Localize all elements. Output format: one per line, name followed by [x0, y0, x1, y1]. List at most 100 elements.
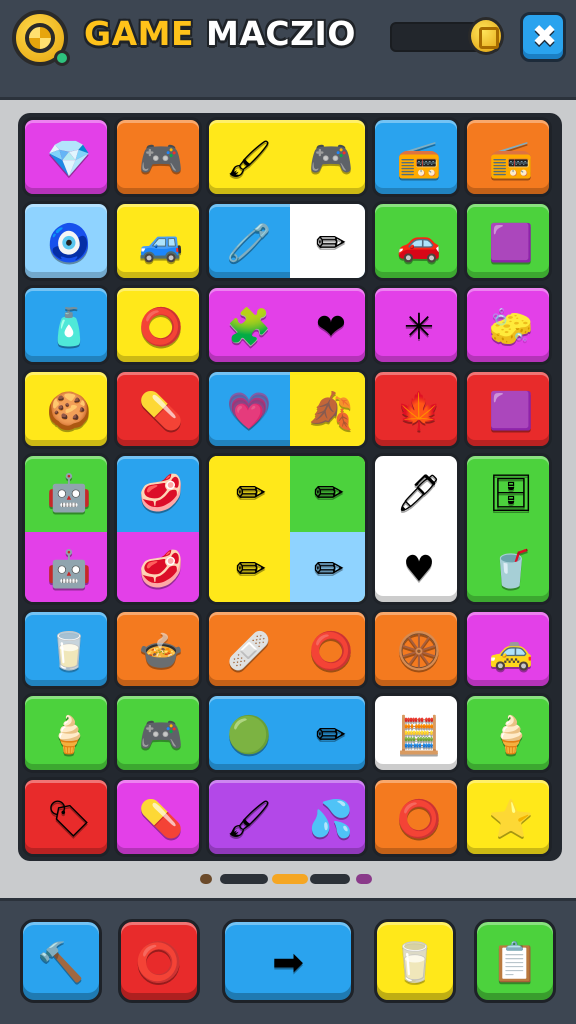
page-indicator [200, 874, 376, 886]
tile-yellow-cloth[interactable]: 🧽 [464, 285, 552, 365]
bandage-donut-icon-2: ⭕ [308, 631, 354, 672]
tile-pencils[interactable]: ✏ ✏ ✏ ✏ [206, 453, 368, 605]
pencil-icon: ✏ [235, 549, 267, 590]
blue-pen-heart-icon: 🖊 [396, 473, 442, 514]
tile-gem[interactable]: 💎 [22, 117, 110, 197]
arrow-right-icon: ➡ [272, 940, 304, 984]
cup-icon: 🥛 [391, 940, 439, 984]
page-dot-2[interactable] [220, 874, 268, 884]
bottom-toolbar: 🔨 ⭕ ➡ 🥛 📋 [0, 898, 576, 1024]
tile-gamepad[interactable]: 🎮 [114, 117, 202, 197]
tile-orange-car[interactable]: 🚕 [464, 609, 552, 689]
page-dot-4[interactable] [356, 874, 372, 884]
tile-red-blob[interactable]: 🧿 [22, 201, 110, 281]
tile-blob-pencil[interactable]: 🟢 ✏ [206, 693, 368, 773]
tile-blue-ring[interactable]: ⭕ [372, 777, 460, 857]
hammer-icon: 🔨 [37, 940, 85, 984]
tile-orange-leaf[interactable]: 🍁 [372, 369, 460, 449]
menu-button[interactable]: 📋 [474, 919, 556, 1003]
tile-purple-chunk[interactable]: 🟪 [464, 369, 552, 449]
tile-cracker[interactable]: 🍪 [22, 369, 110, 449]
blob-pencil-icon: 🟢 [226, 715, 272, 756]
tile-bandage-donut[interactable]: 🩹 ⭕ [206, 609, 368, 689]
page-dot-3[interactable] [310, 874, 350, 884]
pink-star-icon: ⭐ [488, 799, 534, 840]
close-button[interactable]: ✖ [520, 12, 566, 62]
brush-gamepad-icon: 🖌 [226, 139, 272, 180]
header: GAME MACZIO ✖ [0, 0, 576, 100]
green-ring-icon: ⭕ [138, 307, 184, 348]
hammer-button[interactable]: 🔨 [20, 919, 102, 1003]
wheel-logo-icon [12, 10, 70, 66]
close-icon: ✖ [532, 19, 558, 54]
tile-green-ring[interactable]: ⭕ [114, 285, 202, 365]
cup-icon: 🥛 [46, 631, 92, 672]
fidget-heart-icon-2: ❤ [315, 307, 347, 348]
pencil-icon: ✏ [313, 473, 345, 514]
page-dot-active[interactable] [272, 874, 308, 884]
yellow-cloth-icon: 🧽 [488, 307, 534, 348]
pill-icon: 💊 [138, 391, 184, 432]
tile-brush-gamepad[interactable]: 🖌 🎮 [206, 117, 368, 197]
cup-button[interactable]: 🥛 [374, 919, 456, 1003]
yellow-pill-icon: 💊 [138, 799, 184, 840]
steak-icon: 🥩 [138, 473, 184, 514]
tile-pink-bottle[interactable]: 🧴 [22, 285, 110, 365]
purple-chunk-icon: 🟪 [488, 391, 534, 432]
tile-ice-cream[interactable]: 🍦 [22, 693, 110, 773]
tile-calculator[interactable]: 🧮 [372, 693, 460, 773]
heart-leaf-icon: 💗 [226, 391, 272, 432]
tile-green-car[interactable]: 🚗 [372, 201, 460, 281]
tile-wheel[interactable]: 🛞 [372, 609, 460, 689]
pacifier-pencil-icon: 🧷 [226, 223, 272, 264]
ice-cream-2-icon: 🍦 [488, 715, 534, 756]
tile-pink-star[interactable]: ⭐ [464, 777, 552, 857]
tile-brush-splash[interactable]: 🖌 💦 [206, 777, 368, 857]
robot-icon-2: 🤖 [46, 549, 92, 590]
tile-fidget-heart[interactable]: 🧩 ❤ [206, 285, 368, 365]
game-board: 💎 🎮 🖌 🎮 📻 📻 🧿 🚙 🧷 ✏ 🚗 🟪 🧴 ⭕ 🧩 ❤ ✳ 🧽 🍪 💊 💗 🍂 🍁 🟪 🤖 🤖 🥩 🥩 ✏ ✏ ✏ ✏ 🖊 ♥ 🗄 🥤 🥛 🍲 🩹 ⭕… [18, 113, 562, 861]
tile-cup[interactable]: 🥛 [22, 609, 110, 689]
yellow-card-icon: 🏷 [46, 799, 92, 840]
tile-heart-leaf[interactable]: 💗 🍂 [206, 369, 368, 449]
tile-blue-car[interactable]: 🚙 [114, 201, 202, 281]
bandage-donut-icon: 🩹 [226, 631, 272, 672]
wheel-icon [25, 23, 55, 53]
tile-pacifier-pencil[interactable]: 🧷 ✏ [206, 201, 368, 281]
coin-icon[interactable] [468, 17, 504, 55]
cracker-icon: 🍪 [46, 391, 92, 432]
tile-yellow-card[interactable]: 🏷 [22, 777, 110, 857]
tile-radio-pink[interactable]: 📻 [372, 117, 460, 197]
tile-robot[interactable]: 🤖 🤖 [22, 453, 110, 605]
pink-bottle-icon: 🧴 [46, 307, 92, 348]
ring-button[interactable]: ⭕ [118, 919, 200, 1003]
robot-icon: 🤖 [46, 473, 92, 514]
tile-steak[interactable]: 🥩 🥩 [114, 453, 202, 605]
tile-purple-box[interactable]: 🟪 [464, 201, 552, 281]
tile-splat[interactable]: ✳ [372, 285, 460, 365]
red-blob-icon: 🧿 [46, 223, 92, 264]
menu-list-icon: 📋 [491, 940, 539, 984]
tile-pill[interactable]: 💊 [114, 369, 202, 449]
tile-fridge-cup[interactable]: 🗄 🥤 [464, 453, 552, 605]
blob-pencil-icon-2: ✏ [315, 715, 347, 756]
ring-icon: ⭕ [135, 940, 183, 984]
arrow-button[interactable]: ➡ [222, 919, 354, 1003]
tile-blue-pen-heart[interactable]: 🖊 ♥ [372, 453, 460, 605]
tile-bowl[interactable]: 🍲 [114, 609, 202, 689]
radio-pink-icon: 📻 [396, 139, 442, 180]
page-dot-1[interactable] [200, 874, 212, 884]
tile-yellow-pill[interactable]: 💊 [114, 777, 202, 857]
fidget-heart-icon: 🧩 [226, 307, 272, 348]
purple-box-icon: 🟪 [488, 223, 534, 264]
tile-ice-cream-2[interactable]: 🍦 [464, 693, 552, 773]
ice-cream-icon: 🍦 [46, 715, 92, 756]
calculator-icon: 🧮 [396, 715, 442, 756]
game-title: GAME MACZIO [84, 14, 356, 60]
tile-boombox[interactable]: 📻 [464, 117, 552, 197]
tile-gamepad-blue[interactable]: 🎮 [114, 693, 202, 773]
heart-leaf-icon-2: 🍂 [308, 391, 354, 432]
pencil-icon: ✏ [313, 549, 345, 590]
bowl-icon: 🍲 [138, 631, 184, 672]
pencil-icon: ✏ [235, 473, 267, 514]
